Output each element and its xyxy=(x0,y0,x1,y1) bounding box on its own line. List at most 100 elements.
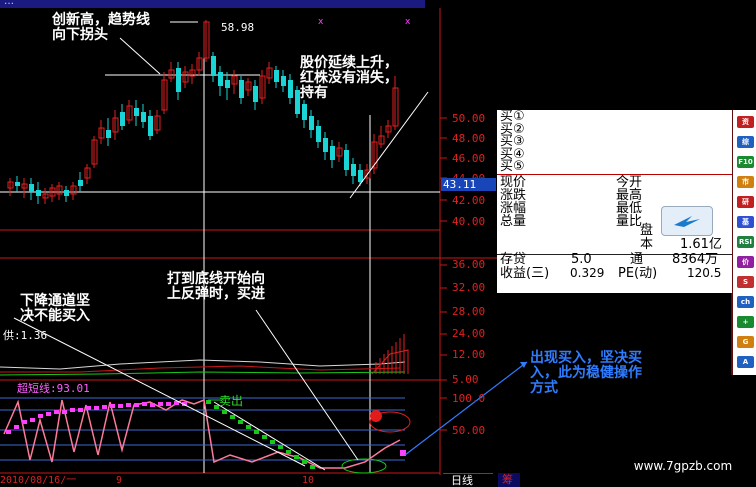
pan-label: 盘 xyxy=(640,223,654,238)
sidebar-tool-icon[interactable]: 研 xyxy=(737,196,754,208)
annotation-no-buy: 下降通道坚 决不能买入 xyxy=(20,293,90,324)
price-tick: 50.00 xyxy=(452,112,486,125)
oscillator-dot xyxy=(94,406,99,410)
swallow-logo-icon xyxy=(674,216,700,227)
sell-signal-dot xyxy=(246,425,251,429)
price-tick: 40.00 xyxy=(452,215,486,228)
candle-body xyxy=(281,76,286,86)
sell-signal-dot xyxy=(262,435,267,439)
candle-body xyxy=(29,184,34,192)
sell-signal-dot xyxy=(310,465,315,469)
annotation-new-high: 创新高，趋势线 向下拐头 xyxy=(52,12,150,43)
candle-body xyxy=(239,80,244,98)
oscillator-dot xyxy=(62,410,67,414)
sidebar-tool-icon[interactable]: RSI xyxy=(737,236,754,248)
oscillator-dot xyxy=(102,405,107,409)
candle-body xyxy=(64,190,69,196)
annotation-steady-buy: 出现买入，坚决买 入，此为稳健操作 方式 xyxy=(530,350,642,396)
oscillator-dot xyxy=(70,408,75,412)
oscillator-dot xyxy=(142,402,147,406)
sidebar-tool-icon[interactable]: G xyxy=(737,336,754,348)
oscillator-dot xyxy=(110,404,115,408)
oscillator-dot xyxy=(150,403,155,407)
current-price-badge: 43.11 xyxy=(441,178,496,191)
annotation-arrow xyxy=(119,37,161,75)
sidebar-tool-icon[interactable]: ch xyxy=(737,296,754,308)
price-tick: 48.00 xyxy=(452,132,486,145)
candle-body xyxy=(288,80,293,98)
volume-tick: 5.00 xyxy=(452,373,479,386)
candle-body xyxy=(330,146,335,160)
period-tab[interactable]: 日线 xyxy=(443,473,493,487)
oscillator-dot xyxy=(30,418,35,422)
candle-body xyxy=(218,72,223,86)
sell-signal-dot xyxy=(238,420,243,424)
stock-chart-screen: xx … 58.98 50.0048.0046.0044.0042.0040.0… xyxy=(0,0,756,487)
sidebar-tool-icon[interactable]: 价 xyxy=(737,256,754,268)
chip-tab[interactable]: 筹 xyxy=(498,473,520,487)
buy-order-row: 买⑤ xyxy=(500,159,525,174)
volume-tick: 24.00 xyxy=(452,327,486,340)
sidebar-tool-icon[interactable]: 资 xyxy=(737,116,754,128)
volume-tick: 12.00 xyxy=(452,348,486,361)
oscillator-dot xyxy=(14,425,19,429)
float-partial-value: 5.0 xyxy=(571,252,592,267)
period-label: 日线 xyxy=(451,474,473,487)
oscillator-dot xyxy=(134,403,139,407)
candle-body xyxy=(15,182,20,186)
candle-body xyxy=(141,112,146,122)
candle-body xyxy=(316,126,321,142)
sidebar-tool-icon[interactable]: + xyxy=(737,316,754,328)
candle-body xyxy=(351,164,356,176)
buy-signal-ball xyxy=(370,410,382,422)
oscillator-tick: 50.00 xyxy=(452,424,486,437)
watermark: www.7gpzb.com xyxy=(610,445,756,487)
divider xyxy=(497,174,732,175)
candle-body xyxy=(344,150,349,170)
sidebar-tool-icon[interactable]: A xyxy=(737,356,754,368)
float-value: 8364万 xyxy=(672,252,719,267)
date-month-10: 10 xyxy=(302,475,315,486)
sell-signal-dot xyxy=(222,410,227,414)
volume-ma-line xyxy=(0,359,406,370)
float-partial: 存贷 xyxy=(500,252,527,267)
axis-gap xyxy=(441,230,497,258)
sidebar-tool-icon[interactable]: F10 xyxy=(737,156,754,168)
sell-signal-dot xyxy=(286,450,291,454)
candle-body xyxy=(358,170,363,182)
candle-body xyxy=(120,112,125,126)
candle-body xyxy=(106,130,111,138)
oscillator-dot xyxy=(46,412,51,416)
candle-body xyxy=(225,80,230,88)
sidebar-tool-icon[interactable]: S xyxy=(737,276,754,288)
sidebar-tool-icon[interactable]: 综 xyxy=(737,136,754,148)
date-start[interactable]: 2010/08/16/一 xyxy=(0,475,76,487)
candle-body xyxy=(309,116,314,130)
current-price: 43.11 xyxy=(443,178,477,191)
price-tick: 46.00 xyxy=(452,152,486,165)
trend-line xyxy=(349,91,429,199)
sell-signal-dot xyxy=(294,455,299,459)
bottom-signal-circle xyxy=(341,458,387,474)
sell-signal-dot xyxy=(302,460,307,464)
annotation-hold: 股价延续上升， 红株没有消失， 持有 xyxy=(300,55,398,101)
sidebar-tool-icon[interactable]: 基 xyxy=(737,216,754,228)
app-logo[interactable] xyxy=(661,206,713,236)
window-title: … xyxy=(4,0,14,7)
float-label: 通 xyxy=(630,252,644,267)
sidebar-tool-icon[interactable]: 市 xyxy=(737,176,754,188)
oscillator-dot xyxy=(6,430,11,434)
oscillator-dot xyxy=(118,404,123,408)
candle-body xyxy=(274,70,279,82)
oscillator-dot xyxy=(54,410,59,414)
tool-sidebar: 资综 F10 市研基 RSI 价 Sch + G A xyxy=(733,110,756,375)
oscillator-tick: 100.0 xyxy=(452,392,486,405)
candle-body xyxy=(211,56,216,76)
quote-panel: 买① 买② 买③ 买④ 买⑤ 现价 涨跌 涨幅 总量 今开 最高 最低 量比 盘 本 1.61亿 存… xyxy=(497,110,732,293)
sell-signal-dot xyxy=(230,415,235,419)
title-bar: … xyxy=(0,0,425,8)
oscillator-dot xyxy=(86,406,91,410)
oscillator-dot xyxy=(126,403,131,407)
sell-signal-dot xyxy=(278,445,283,449)
sell-signal-dot xyxy=(254,430,259,434)
